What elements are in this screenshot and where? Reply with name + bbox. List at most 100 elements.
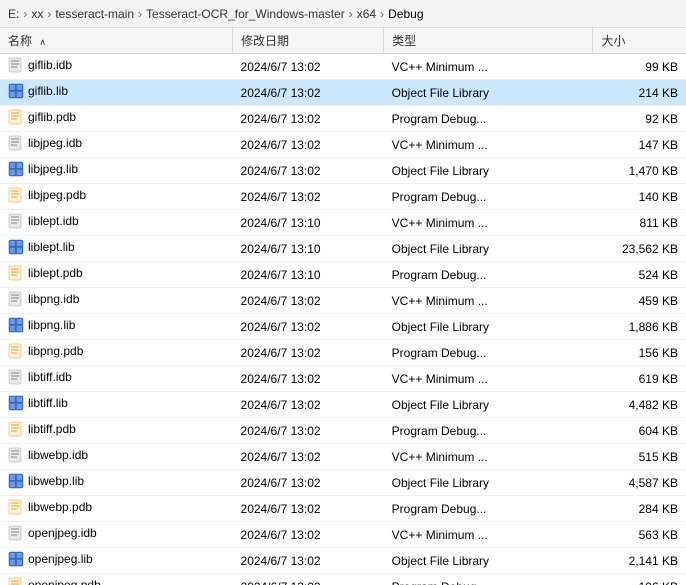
file-name-cell: openjpeg.lib bbox=[0, 548, 233, 574]
table-row[interactable]: libpng.lib2024/6/7 13:02Object File Libr… bbox=[0, 314, 686, 340]
file-type-cell: VC++ Minimum ... bbox=[384, 366, 593, 392]
table-row[interactable]: libjpeg.idb2024/6/7 13:02VC++ Minimum ..… bbox=[0, 132, 686, 158]
file-date-cell: 2024/6/7 13:02 bbox=[233, 106, 384, 132]
table-row[interactable]: libpng.idb2024/6/7 13:02VC++ Minimum ...… bbox=[0, 288, 686, 314]
file-date-cell: 2024/6/7 13:02 bbox=[233, 158, 384, 184]
file-size-cell: 619 KB bbox=[593, 366, 686, 392]
file-name: libjpeg.lib bbox=[28, 162, 78, 176]
file-type-cell: Object File Library bbox=[384, 236, 593, 262]
file-size-cell: 604 KB bbox=[593, 418, 686, 444]
table-row[interactable]: openjpeg.pdb2024/6/7 13:02Program Debug.… bbox=[0, 574, 686, 585]
file-date-cell: 2024/6/7 13:02 bbox=[233, 132, 384, 158]
col-header-type[interactable]: 类型 bbox=[384, 28, 593, 54]
table-row[interactable]: libwebp.lib 2024/6/7 13:02Object File Lib… bbox=[0, 470, 686, 496]
file-name-cell: libjpeg.pdb bbox=[0, 184, 233, 210]
table-row[interactable]: liblept.idb2024/6/7 13:10VC++ Minimum ..… bbox=[0, 210, 686, 236]
file-size-cell: 563 KB bbox=[593, 522, 686, 548]
file-type-cell: Program Debug... bbox=[384, 184, 593, 210]
file-name-cell: libtiff.pdb bbox=[0, 418, 233, 444]
file-type-cell: Object File Library bbox=[384, 470, 593, 496]
col-header-size[interactable]: 大小 bbox=[593, 28, 686, 54]
file-date-cell: 2024/6/7 13:02 bbox=[233, 522, 384, 548]
breadcrumb-tesseract-main[interactable]: tesseract-main bbox=[55, 7, 134, 21]
breadcrumb-sep-0: › bbox=[23, 7, 27, 21]
file-name-cell: libwebp.idb bbox=[0, 444, 233, 470]
file-name: libtiff.idb bbox=[28, 370, 72, 384]
file-name: libwebp.lib bbox=[28, 474, 84, 488]
file-type-cell: VC++ Minimum ... bbox=[384, 210, 593, 236]
file-name: libwebp.idb bbox=[28, 448, 88, 462]
file-date-cell: 2024/6/7 13:02 bbox=[233, 340, 384, 366]
breadcrumb-sep-1: › bbox=[47, 7, 51, 21]
table-row[interactable]: libpng.pdb2024/6/7 13:02Program Debug...… bbox=[0, 340, 686, 366]
breadcrumb-sep-4: › bbox=[380, 7, 384, 21]
table-row[interactable]: libtiff.lib 2024/6/7 13:02Object File Lib… bbox=[0, 392, 686, 418]
file-date-cell: 2024/6/7 13:02 bbox=[233, 470, 384, 496]
file-size-cell: 4,482 KB bbox=[593, 392, 686, 418]
table-row[interactable]: libjpeg.pdb2024/6/7 13:02Program Debug..… bbox=[0, 184, 686, 210]
breadcrumb-xx[interactable]: xx bbox=[31, 7, 43, 21]
breadcrumb-drive[interactable]: E: bbox=[8, 7, 19, 21]
file-name-cell: libjpeg.lib bbox=[0, 158, 233, 184]
file-type-cell: VC++ Minimum ... bbox=[384, 444, 593, 470]
file-size-cell: 459 KB bbox=[593, 288, 686, 314]
table-row[interactable]: openjpeg.idb2024/6/7 13:02VC++ Minimum .… bbox=[0, 522, 686, 548]
file-name: giflib.lib bbox=[28, 84, 68, 98]
file-name-cell: liblept.lib bbox=[0, 236, 233, 262]
table-row[interactable]: libtiff.pdb2024/6/7 13:02Program Debug..… bbox=[0, 418, 686, 444]
file-date-cell: 2024/6/7 13:10 bbox=[233, 236, 384, 262]
file-name: openjpeg.lib bbox=[28, 552, 93, 566]
file-name: libtiff.pdb bbox=[28, 422, 76, 436]
file-name: libjpeg.idb bbox=[28, 136, 82, 150]
file-name: libpng.pdb bbox=[28, 344, 83, 358]
file-list-container: 名称 ∧ 修改日期 类型 大小 giflib.idb 2024/6/7 13:02… bbox=[0, 28, 686, 585]
table-row[interactable]: libwebp.pdb2024/6/7 13:02Program Debug..… bbox=[0, 496, 686, 522]
file-date-cell: 2024/6/7 13:02 bbox=[233, 496, 384, 522]
file-name: giflib.idb bbox=[28, 58, 72, 72]
file-size-cell: 214 KB bbox=[593, 80, 686, 106]
table-row[interactable]: liblept.lib 2024/6/7 13:10Object File Lib… bbox=[0, 236, 686, 262]
file-name: openjpeg.idb bbox=[28, 526, 97, 540]
file-size-cell: 1,470 KB bbox=[593, 158, 686, 184]
file-size-cell: 4,587 KB bbox=[593, 470, 686, 496]
breadcrumb-x64[interactable]: x64 bbox=[357, 7, 376, 21]
file-size-cell: 23,562 KB bbox=[593, 236, 686, 262]
file-name-cell: libpng.idb bbox=[0, 288, 233, 314]
file-size-cell: 811 KB bbox=[593, 210, 686, 236]
table-row[interactable]: giflib.idb2024/6/7 13:02VC++ Minimum ...… bbox=[0, 54, 686, 80]
breadcrumb-bar: E: › xx › tesseract-main › Tesseract-OCR… bbox=[0, 0, 686, 28]
file-type-cell: Object File Library bbox=[384, 392, 593, 418]
file-size-cell: 515 KB bbox=[593, 444, 686, 470]
breadcrumb-sep-3: › bbox=[349, 7, 353, 21]
file-name: libpng.lib bbox=[28, 318, 75, 332]
file-date-cell: 2024/6/7 13:02 bbox=[233, 80, 384, 106]
file-size-cell: 147 KB bbox=[593, 132, 686, 158]
file-type-cell: Program Debug... bbox=[384, 496, 593, 522]
file-name: liblept.idb bbox=[28, 214, 79, 228]
file-name-cell: giflib.lib bbox=[0, 80, 233, 106]
file-size-cell: 2,141 KB bbox=[593, 548, 686, 574]
file-type-cell: Object File Library bbox=[384, 314, 593, 340]
table-row[interactable]: giflib.lib2024/6/7 13:02Object File Libr… bbox=[0, 80, 686, 106]
file-name-cell: libwebp.pdb bbox=[0, 496, 233, 522]
col-header-name[interactable]: 名称 ∧ bbox=[0, 28, 233, 54]
table-row[interactable]: libjpeg.lib2024/6/7 13:02Object File Lib… bbox=[0, 158, 686, 184]
table-row[interactable]: libtiff.idb 2024/6/7 13:02VC++ Minimum ..… bbox=[0, 366, 686, 392]
file-name: libtiff.lib bbox=[28, 396, 68, 410]
file-name-cell: liblept.idb bbox=[0, 210, 233, 236]
table-row[interactable]: libwebp.idb2024/6/7 13:02VC++ Minimum ..… bbox=[0, 444, 686, 470]
file-name: liblept.lib bbox=[28, 240, 75, 254]
file-date-cell: 2024/6/7 13:02 bbox=[233, 54, 384, 80]
breadcrumb-ocr[interactable]: Tesseract-OCR_for_Windows-master bbox=[146, 7, 345, 21]
table-row[interactable]: openjpeg.lib2024/6/7 13:02Object File Li… bbox=[0, 548, 686, 574]
file-type-cell: Program Debug... bbox=[384, 106, 593, 132]
table-row[interactable]: giflib.pdb2024/6/7 13:02Program Debug...… bbox=[0, 106, 686, 132]
table-row[interactable]: liblept.pdb2024/6/7 13:10Program Debug..… bbox=[0, 262, 686, 288]
file-name-cell: libtiff.idb bbox=[0, 366, 233, 392]
file-name: libjpeg.pdb bbox=[28, 188, 86, 202]
file-size-cell: 1,886 KB bbox=[593, 314, 686, 340]
file-date-cell: 2024/6/7 13:02 bbox=[233, 366, 384, 392]
col-header-date[interactable]: 修改日期 bbox=[233, 28, 384, 54]
file-date-cell: 2024/6/7 13:02 bbox=[233, 392, 384, 418]
breadcrumb-debug[interactable]: Debug bbox=[388, 7, 423, 21]
